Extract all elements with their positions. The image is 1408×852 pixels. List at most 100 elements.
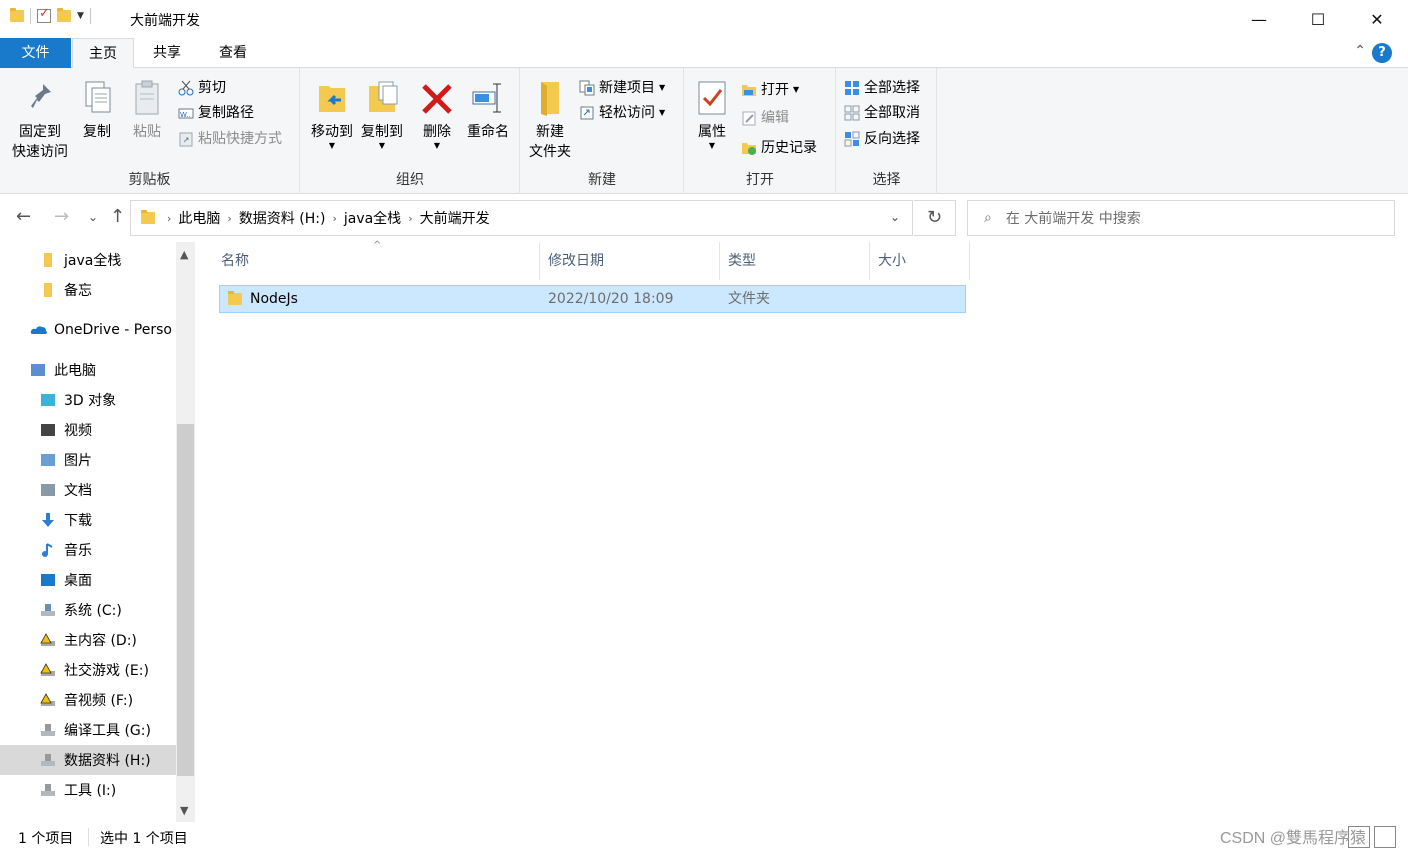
sidebar-item-label: 3D 对象	[64, 393, 117, 409]
recent-locations-chevron-icon[interactable]: ⌄	[88, 210, 98, 224]
onedrive-icon	[30, 322, 47, 338]
sidebar-item[interactable]: 文档	[0, 475, 176, 505]
table-row[interactable]: NodeJs 2022/10/20 18:09 文件夹	[219, 285, 966, 313]
edit-pencil-icon	[741, 110, 757, 126]
maximize-button[interactable]: ☐	[1289, 0, 1347, 38]
chevron-right-icon[interactable]: ›	[408, 212, 412, 225]
sidebar-item[interactable]: 音视频 (F:)	[0, 685, 176, 715]
copy-button[interactable]: 复制	[76, 74, 118, 142]
tab-home[interactable]: 主页	[72, 38, 134, 69]
sidebar-item[interactable]: 社交游戏 (E:)	[0, 655, 176, 685]
rename-button[interactable]: 重命名	[461, 74, 515, 142]
scroll-down-icon[interactable]: ▼	[180, 804, 188, 817]
customize-toolbar-chevron-icon[interactable]: ▼	[77, 11, 84, 21]
sidebar-item[interactable]: 主内容 (D:)	[0, 625, 176, 655]
easy-access-button[interactable]: 轻松访问 ▼	[579, 101, 665, 125]
pin-to-quick-access-button[interactable]: 固定到 快速访问	[6, 74, 74, 162]
new-folder-button[interactable]: 新建 文件夹	[523, 74, 577, 162]
sidebar-item[interactable]: 音乐	[0, 535, 176, 565]
sidebar-item[interactable]: 备忘	[0, 275, 176, 305]
nav-scrollbar[interactable]: ▲ ▼	[176, 242, 195, 822]
search-box[interactable]: ⌕ 在 大前端开发 中搜索	[967, 200, 1395, 236]
sidebar-item[interactable]: 图片	[0, 445, 176, 475]
paste-label: 粘贴	[133, 124, 161, 140]
chevron-right-icon[interactable]: ›	[332, 212, 336, 225]
paste-button[interactable]: 粘贴	[126, 74, 168, 142]
sidebar-item[interactable]: 桌面	[0, 565, 176, 595]
delete-button[interactable]: 删除 ▼	[415, 74, 459, 150]
sidebar-item[interactable]: 工具 (I:)	[0, 775, 176, 805]
sidebar-item[interactable]: java全栈	[0, 245, 176, 275]
history-button[interactable]: 历史记录	[741, 136, 817, 160]
minimize-button[interactable]: —	[1230, 0, 1288, 38]
delete-label: 删除	[423, 124, 451, 140]
up-arrow-icon[interactable]: ↑	[110, 206, 125, 227]
scroll-up-icon[interactable]: ▲	[180, 248, 188, 261]
chevron-right-icon[interactable]: ›	[167, 212, 171, 225]
ribbon: 固定到 快速访问 复制 粘贴 剪切 W.. 复制路径 粘贴快捷方式 剪贴板 移动…	[0, 68, 1408, 194]
tab-view[interactable]: 查看	[200, 38, 266, 68]
address-bar[interactable]: › 此电脑 › 数据资料 (H:) › java全栈 › 大前端开发 ⌄	[130, 200, 913, 236]
move-to-button[interactable]: 移动到 ▼	[305, 74, 359, 150]
column-header-name[interactable]: 名称	[213, 242, 540, 280]
forward-arrow-icon[interactable]: →	[54, 206, 69, 227]
address-dropdown-chevron-icon[interactable]: ⌄	[890, 210, 900, 224]
separator	[88, 828, 89, 846]
easy-access-label: 轻松访问	[599, 105, 655, 121]
properties-icon	[695, 78, 729, 118]
select-all-button[interactable]: 全部选择	[844, 76, 920, 100]
edit-button[interactable]: 编辑	[741, 106, 789, 130]
paste-shortcut-button[interactable]: 粘贴快捷方式	[178, 127, 282, 151]
breadcrumb-drive-h[interactable]: 数据资料 (H:)	[239, 208, 326, 228]
select-none-button[interactable]: 全部取消	[844, 101, 920, 125]
close-button[interactable]: ✕	[1348, 0, 1406, 38]
search-icon: ⌕	[984, 210, 992, 226]
sidebar-item-label: OneDrive - Perso	[54, 322, 172, 338]
properties-quick-icon[interactable]	[37, 6, 51, 23]
properties-button[interactable]: 属性 ▼	[689, 74, 735, 150]
properties-dropdown-icon: ▼	[708, 141, 716, 150]
navigation-pane: java全栈备忘 OneDrive - Perso 此电脑 3D 对象视频 图片 文档 下载…	[0, 242, 196, 822]
copy-to-button[interactable]: 复制到 ▼	[355, 74, 409, 150]
sidebar-item[interactable]: 系统 (C:)	[0, 595, 176, 625]
sidebar-item-label: java全栈	[64, 253, 122, 269]
clipboard-group: 固定到 快速访问 复制 粘贴 剪切 W.. 复制路径 粘贴快捷方式 剪贴板	[0, 68, 300, 194]
column-header-modified[interactable]: 修改日期	[540, 242, 720, 280]
column-header-size[interactable]: 大小	[870, 242, 970, 280]
sidebar-item[interactable]: 3D 对象	[0, 385, 176, 415]
new-item-icon	[579, 80, 595, 96]
folder-icon	[40, 282, 56, 298]
easy-access-icon	[579, 105, 595, 121]
copy-path-button[interactable]: W.. 复制路径	[178, 101, 254, 125]
chevron-right-icon[interactable]: ›	[227, 212, 231, 225]
sidebar-item[interactable]: 编译工具 (G:)	[0, 715, 176, 745]
invert-selection-button[interactable]: 反向选择	[844, 127, 920, 151]
tab-file[interactable]: 文件	[0, 38, 71, 68]
copy-to-dropdown-icon: ▼	[378, 141, 386, 150]
breadcrumb-current[interactable]: 大前端开发	[420, 208, 490, 228]
collapse-ribbon-icon[interactable]: ⌃	[1354, 43, 1366, 59]
tab-share[interactable]: 共享	[136, 38, 198, 68]
breadcrumb-this-pc[interactable]: 此电脑	[178, 208, 220, 228]
sidebar-item[interactable]: 数据资料 (H:)	[0, 745, 176, 775]
open-button[interactable]: 打开 ▼	[741, 78, 799, 102]
column-header-type[interactable]: 类型	[720, 242, 870, 280]
back-arrow-icon[interactable]: ←	[16, 206, 31, 227]
sidebar-item[interactable]: 视频	[0, 415, 176, 445]
sidebar-item-label: 主内容 (D:)	[64, 633, 137, 649]
sidebar-item[interactable]: 下载	[0, 505, 176, 535]
large-icons-view-icon[interactable]	[1374, 826, 1396, 848]
new-item-button[interactable]: 新建项目 ▼	[579, 76, 665, 100]
breadcrumb-java[interactable]: java全栈	[344, 208, 401, 228]
sidebar-item[interactable]: 此电脑	[0, 355, 176, 385]
refresh-button[interactable]: ↻	[914, 200, 956, 236]
cut-label: 剪切	[198, 80, 226, 96]
drive-warning-icon	[40, 662, 56, 678]
help-icon[interactable]: ?	[1372, 43, 1392, 63]
copy-icon	[80, 78, 114, 118]
sidebar-item[interactable]: OneDrive - Perso	[0, 315, 176, 345]
cut-button[interactable]: 剪切	[178, 76, 226, 100]
pin-icon	[23, 78, 57, 118]
scrollbar-thumb[interactable]	[177, 424, 194, 776]
new-folder-quick-icon[interactable]	[57, 8, 71, 22]
